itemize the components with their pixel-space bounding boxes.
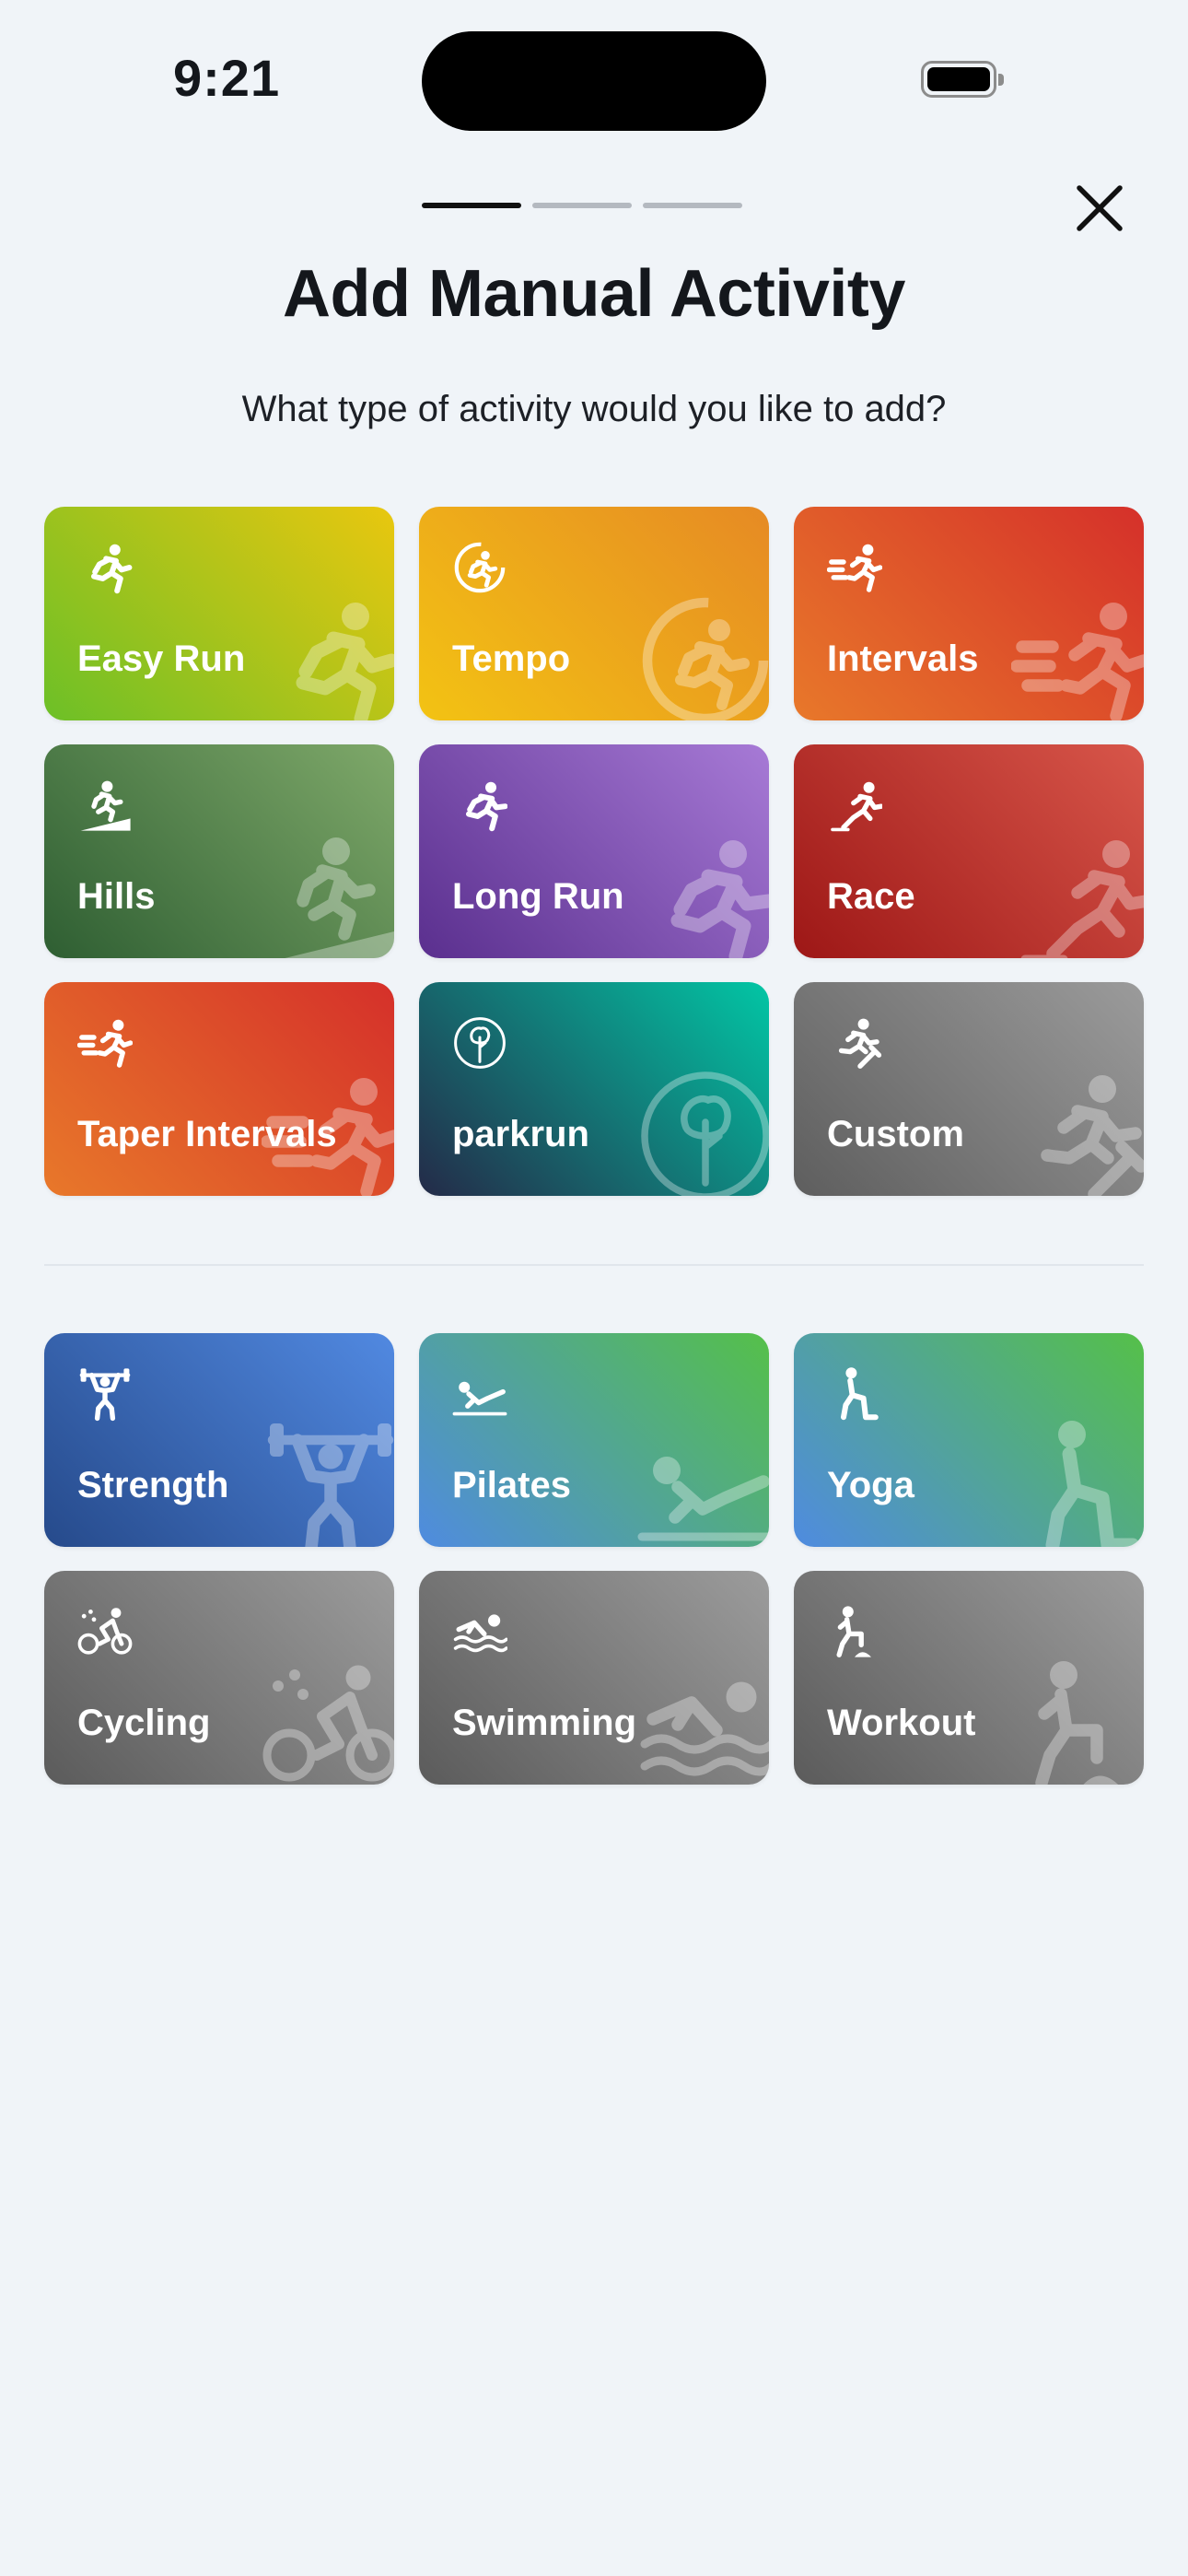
battery-icon [921, 61, 1004, 98]
close-icon [1077, 185, 1123, 231]
pilates-icon [452, 1381, 507, 1416]
sprinting-runner-icon [1011, 603, 1144, 720]
other-activity-grid: Strength Pilates Yoga Cycling Swimming Workou… [44, 1333, 1144, 1785]
activity-card-label: Custom [827, 1114, 964, 1154]
activity-card-pilates[interactable]: Pilates [419, 1333, 769, 1547]
activity-card-easy-run[interactable]: Easy Run [44, 507, 394, 720]
step-up-workout-icon [1035, 1661, 1118, 1785]
sprinting-runner-icon [77, 1019, 133, 1068]
page-subtitle: What type of activity would you like to … [241, 389, 947, 429]
step-progress-indicator [422, 203, 742, 208]
activity-card-label: Long Run [452, 876, 624, 917]
runner-wrench-icon [1041, 1075, 1144, 1196]
activity-card-hills[interactable]: Hills [44, 744, 394, 958]
activity-card-workout[interactable]: Workout [794, 1571, 1144, 1785]
activity-card-label: Strength [77, 1465, 229, 1505]
activity-card-label: Hills [77, 876, 156, 917]
uphill-runner-icon [80, 780, 131, 831]
cycling-icon [262, 1665, 394, 1782]
activity-card-custom[interactable]: Custom [794, 982, 1144, 1196]
tempo-runner-icon [642, 597, 769, 720]
activity-card-label: Yoga [827, 1465, 914, 1505]
progress-step-3 [643, 203, 742, 208]
activity-card-label: Workout [827, 1703, 976, 1743]
activity-card-swimming[interactable]: Swimming [419, 1571, 769, 1785]
long-run-runner-icon [466, 781, 507, 832]
tempo-runner-icon [454, 542, 506, 593]
yoga-lunge-icon [1045, 1421, 1140, 1547]
section-divider [44, 1264, 1144, 1266]
close-button[interactable] [1072, 181, 1127, 236]
activity-card-intervals[interactable]: Intervals [794, 507, 1144, 720]
race-runner-icon [1020, 840, 1144, 958]
activity-card-label: Race [827, 876, 915, 917]
activity-card-parkrun[interactable]: parkrun [419, 982, 769, 1196]
step-up-workout-icon [836, 1606, 871, 1657]
activity-card-label: Cycling [77, 1703, 211, 1743]
uphill-runner-icon [285, 837, 394, 958]
run-activity-grid: Easy Run Tempo Intervals Hills Long Run Race T… [44, 507, 1144, 1196]
running-icon [91, 544, 133, 594]
activity-card-label: Pilates [452, 1465, 571, 1505]
activity-card-long-run[interactable]: Long Run [419, 744, 769, 958]
tree-icon [454, 1017, 506, 1069]
page-title: Add Manual Activity [283, 257, 905, 331]
activity-card-yoga[interactable]: Yoga [794, 1333, 1144, 1547]
swimming-icon [640, 1681, 769, 1776]
activity-card-taper-intervals[interactable]: Taper Intervals [44, 982, 394, 1196]
runner-wrench-icon [838, 1018, 882, 1069]
activity-card-cycling[interactable]: Cycling [44, 1571, 394, 1785]
swimming-icon [453, 1614, 507, 1653]
progress-step-1 [422, 203, 521, 208]
dynamic-island [422, 31, 766, 131]
activity-card-tempo[interactable]: Tempo [419, 507, 769, 720]
activity-card-label: Swimming [452, 1703, 637, 1743]
activity-card-label: Easy Run [77, 638, 246, 679]
activity-card-label: Intervals [827, 638, 979, 679]
activity-card-label: parkrun [452, 1114, 589, 1154]
activity-card-label: Tempo [452, 638, 571, 679]
weightlifting-icon [79, 1368, 131, 1422]
running-icon [296, 603, 394, 720]
activity-card-label: Taper Intervals [77, 1114, 337, 1154]
sprinting-runner-icon [827, 544, 882, 592]
activity-card-race[interactable]: Race [794, 744, 1144, 958]
pilates-icon [637, 1457, 769, 1541]
tree-icon [641, 1071, 769, 1196]
activity-card-strength[interactable]: Strength [44, 1333, 394, 1547]
race-runner-icon [831, 781, 882, 832]
cycling-icon [77, 1608, 133, 1655]
long-run-runner-icon [670, 840, 769, 958]
progress-step-2 [532, 203, 632, 208]
status-time: 9:21 [173, 49, 281, 107]
weightlifting-icon [267, 1423, 394, 1547]
yoga-lunge-icon [841, 1367, 879, 1421]
